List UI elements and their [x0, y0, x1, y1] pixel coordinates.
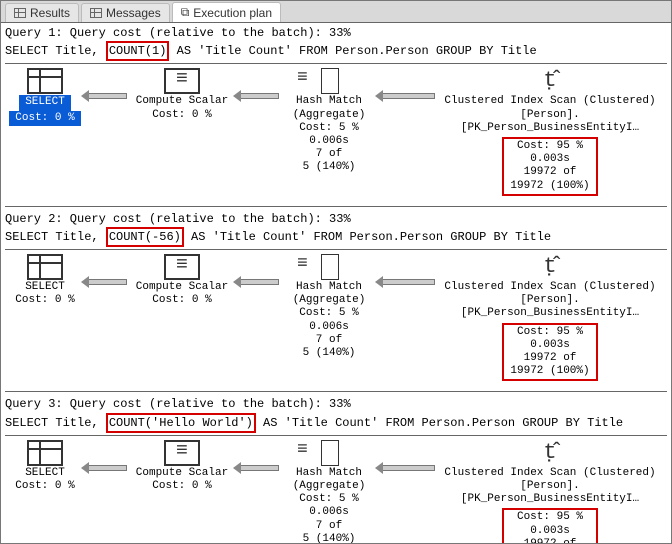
plan-content[interactable]: Query 1: Query cost (relative to the bat… — [1, 23, 671, 543]
arrow-icon — [237, 458, 279, 478]
arrow-icon — [237, 86, 279, 106]
plan-icon: ⧉ — [181, 5, 190, 20]
scan-metrics: Cost: 95 % 0.003s 19972 of 19972 (100%) — [502, 323, 597, 382]
separator — [5, 435, 667, 436]
select-node[interactable]: SELECT Cost: 0 % — [5, 68, 85, 125]
server-icon — [311, 440, 347, 466]
tab-bar: Results Messages ⧉ Execution plan — [1, 1, 671, 23]
ssms-execution-plan-window: Results Messages ⧉ Execution plan Query … — [0, 0, 672, 544]
scan-metrics: Cost: 95 % 0.003s 19972 of 19972 (100%) — [502, 508, 597, 543]
tab-results[interactable]: Results — [5, 3, 79, 22]
table-icon — [27, 440, 63, 466]
calculator-icon — [164, 440, 200, 466]
hash-match-node[interactable]: Hash Match (Aggregate) Cost: 5 % 0.006s … — [279, 68, 379, 174]
arrow-icon — [85, 458, 127, 478]
table-icon — [27, 254, 63, 280]
count-highlight: COUNT('Hello World') — [106, 413, 256, 433]
query-sql: SELECT Title, COUNT('Hello World') AS 'T… — [5, 413, 667, 433]
calculator-icon — [164, 68, 200, 94]
messages-icon — [90, 8, 102, 18]
query-cost-header: Query 2: Query cost (relative to the bat… — [5, 211, 667, 227]
tab-label: Execution plan — [193, 6, 272, 20]
table-icon — [27, 68, 63, 94]
separator — [5, 391, 667, 392]
arrow-icon — [379, 86, 435, 106]
arrow-icon — [237, 272, 279, 292]
arrow-icon — [379, 272, 435, 292]
compute-scalar-node[interactable]: Compute Scalar Cost: 0 % — [127, 68, 237, 121]
count-highlight: COUNT(-56) — [106, 227, 184, 247]
query-cost-header: Query 3: Query cost (relative to the bat… — [5, 396, 667, 412]
query-sql: SELECT Title, COUNT(-56) AS 'Title Count… — [5, 227, 667, 247]
separator — [5, 63, 667, 64]
tab-execution-plan[interactable]: ⧉ Execution plan — [172, 2, 281, 22]
arrow-icon — [85, 86, 127, 106]
clustered-index-scan-node[interactable]: ṭ̂ Clustered Index Scan (Clustered) [Per… — [435, 254, 665, 381]
grid-icon — [14, 8, 26, 18]
compute-scalar-node[interactable]: Compute Scalar Cost: 0 % — [127, 440, 237, 493]
query-cost-header: Query 1: Query cost (relative to the bat… — [5, 25, 667, 41]
clustered-index-scan-node[interactable]: ṭ̂ Clustered Index Scan (Clustered) [Per… — [435, 440, 665, 543]
scan-metrics: Cost: 95 % 0.003s 19972 of 19972 (100%) — [502, 137, 597, 196]
separator — [5, 249, 667, 250]
arrow-icon — [85, 272, 127, 292]
query-block-3: Query 3: Query cost (relative to the bat… — [5, 391, 667, 543]
hash-match-node[interactable]: Hash Match (Aggregate) Cost: 5 % 0.006s … — [279, 254, 379, 360]
query-sql: SELECT Title, COUNT(1) AS 'Title Count' … — [5, 41, 667, 61]
server-icon — [311, 68, 347, 94]
separator — [5, 206, 667, 207]
query-block-1: Query 1: Query cost (relative to the bat… — [5, 25, 667, 196]
select-cost: Cost: 0 % — [9, 111, 80, 126]
select-node[interactable]: SELECT Cost: 0 % — [5, 254, 85, 307]
index-tree-icon: ṭ̂ — [532, 254, 568, 280]
select-label: SELECT — [19, 95, 71, 110]
compute-scalar-node[interactable]: Compute Scalar Cost: 0 % — [127, 254, 237, 307]
select-node[interactable]: SELECT Cost: 0 % — [5, 440, 85, 493]
query-block-2: Query 2: Query cost (relative to the bat… — [5, 206, 667, 382]
plan-diagram: SELECT Cost: 0 % Compute Scalar Cost: 0 … — [5, 440, 667, 543]
index-tree-icon: ṭ̂ — [532, 440, 568, 466]
server-icon — [311, 254, 347, 280]
index-tree-icon: ṭ̂ — [532, 68, 568, 94]
calculator-icon — [164, 254, 200, 280]
clustered-index-scan-node[interactable]: ṭ̂ Clustered Index Scan (Clustered) [Per… — [435, 68, 665, 195]
plan-diagram: SELECT Cost: 0 % Compute Scalar Cost: 0 … — [5, 254, 667, 381]
plan-diagram: SELECT Cost: 0 % Compute Scalar Cost: 0 … — [5, 68, 667, 195]
tab-label: Results — [30, 6, 70, 20]
arrow-icon — [379, 458, 435, 478]
tab-label: Messages — [106, 6, 161, 20]
hash-match-node[interactable]: Hash Match (Aggregate) Cost: 5 % 0.006s … — [279, 440, 379, 543]
tab-messages[interactable]: Messages — [81, 3, 170, 22]
count-highlight: COUNT(1) — [106, 41, 170, 61]
